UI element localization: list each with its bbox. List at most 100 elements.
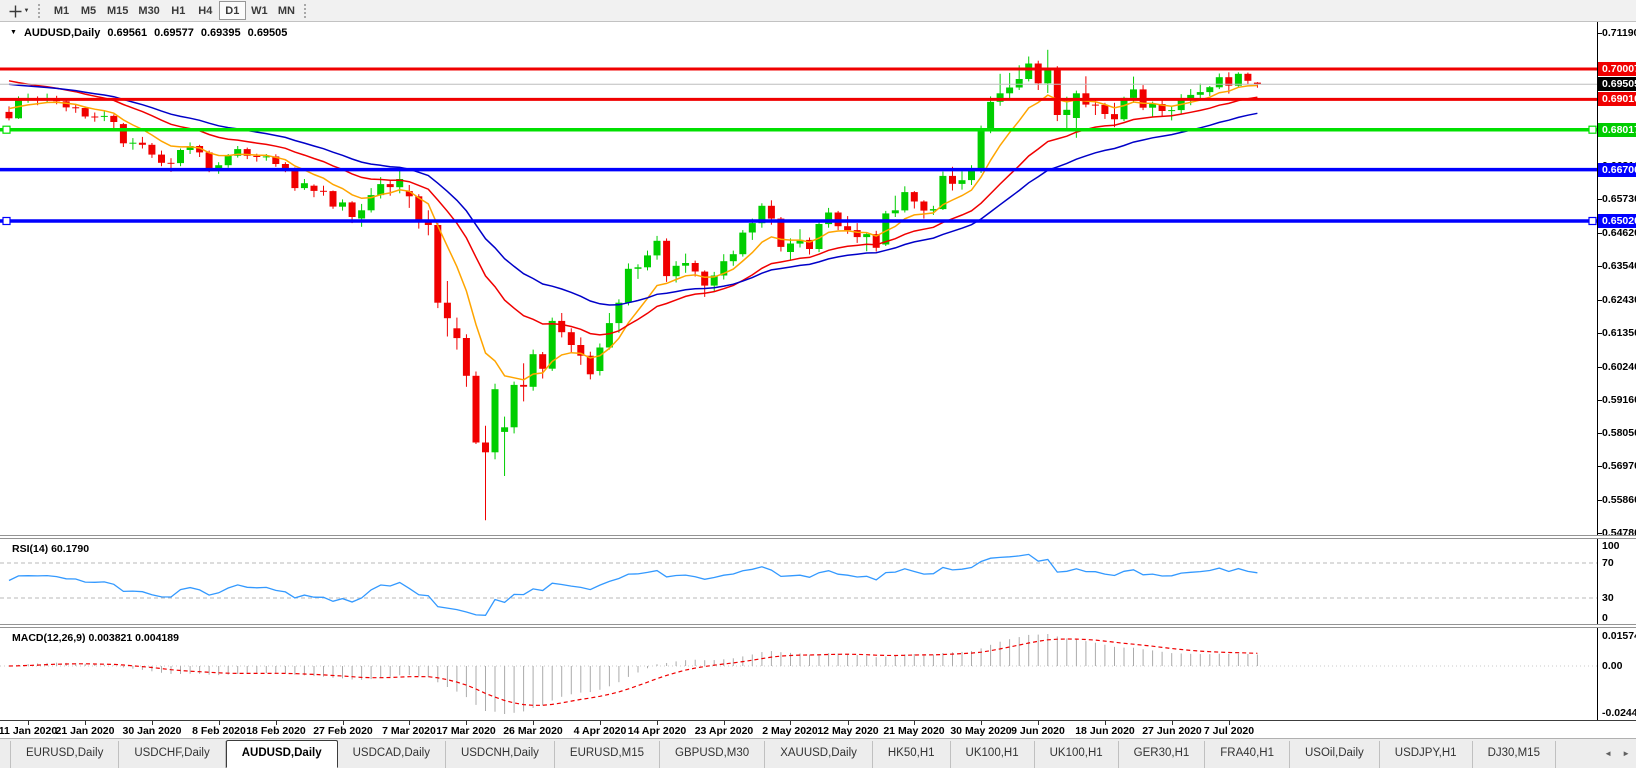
chevron-down-icon: ▼ <box>10 28 17 38</box>
candle-body <box>882 213 889 244</box>
date-label: 9 Jun 2020 <box>1003 725 1073 737</box>
chart-tab-UK100-H1[interactable]: UK100,H1 <box>1035 741 1119 768</box>
chart-tab-EURUSD-M15[interactable]: EURUSD,M15 <box>555 741 660 768</box>
candle-body <box>530 354 537 387</box>
timeframe-button-H4[interactable]: H4 <box>192 1 219 20</box>
tab-scroll-left-icon[interactable]: ◄ <box>1604 749 1612 758</box>
candle-body <box>349 202 356 217</box>
price-tick-label: 0.56970 <box>1602 460 1636 472</box>
macd-axis-label: 0.00 <box>1602 660 1622 672</box>
price-tick-label: 0.62430 <box>1602 294 1636 306</box>
macd-axis-label: 0.01574 <box>1602 630 1636 642</box>
candle-body <box>330 191 337 207</box>
chart-tab-XAUUSD-Daily[interactable]: XAUUSD,Daily <box>765 741 873 768</box>
date-label: 18 Jun 2020 <box>1070 725 1140 737</box>
candle-body <box>6 112 13 118</box>
candle-body <box>749 223 756 232</box>
candle-body <box>768 206 775 219</box>
candle-body <box>863 234 870 237</box>
date-label: 27 Feb 2020 <box>308 725 378 737</box>
candle-body <box>453 328 460 338</box>
price-axis[interactable]: 0.711900.701100.690000.679200.668100.657… <box>1597 22 1636 720</box>
timeframe-button-H1[interactable]: H1 <box>165 1 192 20</box>
candle-body <box>253 156 260 157</box>
date-label: 18 Feb 2020 <box>241 725 311 737</box>
candle-body <box>320 191 327 192</box>
candle-body <box>1063 110 1070 115</box>
pane-splitter-macd[interactable] <box>0 624 1636 628</box>
chart-tab-USDCNH-Daily[interactable]: USDCNH,Daily <box>446 741 555 768</box>
candle-body <box>339 202 346 206</box>
candle-body <box>892 210 899 213</box>
chart-tab-GER30-H1[interactable]: GER30,H1 <box>1119 741 1206 768</box>
candle-body <box>168 163 175 164</box>
timeframe-button-D1[interactable]: D1 <box>219 1 246 20</box>
chart-tab-USDJPY-H1[interactable]: USDJPY,H1 <box>1380 741 1473 768</box>
chart-window[interactable]: ▼ AUDUSD,Daily 0.69561 0.69577 0.69395 0… <box>0 22 1636 738</box>
candle-body <box>959 180 966 184</box>
candle-body <box>1130 89 1137 98</box>
price-badge: 0.66706 <box>1598 163 1636 177</box>
candle-body <box>1092 105 1099 106</box>
date-label: 23 Apr 2020 <box>689 725 759 737</box>
chart-tab-HK50-H1[interactable]: HK50,H1 <box>873 741 951 768</box>
toolbar-grip <box>304 4 306 18</box>
candle-body <box>1006 88 1013 94</box>
candle-body <box>110 116 117 122</box>
timeframe-button-M15[interactable]: M15 <box>102 1 133 20</box>
candle-body <box>511 385 518 427</box>
chart-title: ▼ AUDUSD,Daily 0.69561 0.69577 0.69395 0… <box>10 27 287 39</box>
ohlc-open: 0.69561 <box>107 27 147 39</box>
candle-body <box>739 233 746 255</box>
timeframe-button-W1[interactable]: W1 <box>246 1 273 20</box>
candle-body <box>120 124 127 143</box>
candle-body <box>1035 64 1042 84</box>
candle-body <box>777 219 784 247</box>
candle-body <box>1101 105 1108 114</box>
date-label: 17 Mar 2020 <box>431 725 501 737</box>
candle-body <box>225 156 232 165</box>
timeframe-button-MN[interactable]: MN <box>273 1 300 20</box>
chart-tab-USOil-Daily[interactable]: USOil,Daily <box>1290 741 1380 768</box>
candle-body <box>1025 64 1032 80</box>
chart-tab-GBPUSD-M30[interactable]: GBPUSD,M30 <box>660 741 765 768</box>
candle-body <box>730 254 737 261</box>
chart-tab-bar: EURUSD,DailyUSDCHF,DailyAUDUSD,DailyUSDC… <box>0 738 1636 768</box>
candle-body <box>129 143 136 144</box>
chart-tab-FRA40-H1[interactable]: FRA40,H1 <box>1205 741 1290 768</box>
tab-scroll-right-icon[interactable]: ► <box>1622 749 1630 758</box>
rsi-axis-label: 0 <box>1602 612 1608 624</box>
chart-tab-USDCAD-Daily[interactable]: USDCAD,Daily <box>338 741 446 768</box>
time-axis[interactable]: 11 Jan 202021 Jan 202030 Jan 20208 Feb 2… <box>0 720 1636 738</box>
pane-splitter-rsi[interactable] <box>0 535 1636 539</box>
candle-body <box>596 348 603 372</box>
candle-body <box>1244 74 1251 81</box>
chart-tab-DJ30-M15[interactable]: DJ30,M15 <box>1473 741 1556 768</box>
candle-body <box>1016 79 1023 88</box>
rsi-axis-label: 100 <box>1602 540 1620 552</box>
chart-tab-EURUSD-Daily[interactable]: EURUSD,Daily <box>10 741 119 768</box>
rsi-pane-canvas[interactable] <box>0 539 1597 625</box>
timeframe-button-M30[interactable]: M30 <box>133 1 164 20</box>
candle-body <box>463 338 470 376</box>
candle-body <box>1121 98 1128 119</box>
timeframe-button-M5[interactable]: M5 <box>75 1 102 20</box>
chart-tab-list: EURUSD,DailyUSDCHF,DailyAUDUSD,DailyUSDC… <box>0 739 1636 768</box>
line-selection-handle <box>3 126 10 133</box>
candle-body <box>358 210 365 218</box>
candle-body <box>968 171 975 180</box>
main-chart-canvas[interactable] <box>0 22 1597 535</box>
crosshair-tool-button[interactable]: ▼ <box>4 1 34 21</box>
macd-pane-canvas[interactable] <box>0 628 1597 720</box>
timeframe-button-M1[interactable]: M1 <box>48 1 75 20</box>
price-tick-label: 0.71190 <box>1602 27 1636 39</box>
chart-tab-USDCHF-Daily[interactable]: USDCHF,Daily <box>119 741 225 768</box>
candle-body <box>311 186 318 191</box>
chart-tab-AUDUSD-Daily[interactable]: AUDUSD,Daily <box>226 740 338 768</box>
candle-body <box>615 303 622 323</box>
rsi-line <box>9 554 1257 615</box>
candle-body <box>901 192 908 210</box>
price-badge: 0.68017 <box>1598 123 1636 137</box>
ohlc-low: 0.69395 <box>201 27 241 39</box>
chart-tab-UK100-H1[interactable]: UK100,H1 <box>951 741 1035 768</box>
